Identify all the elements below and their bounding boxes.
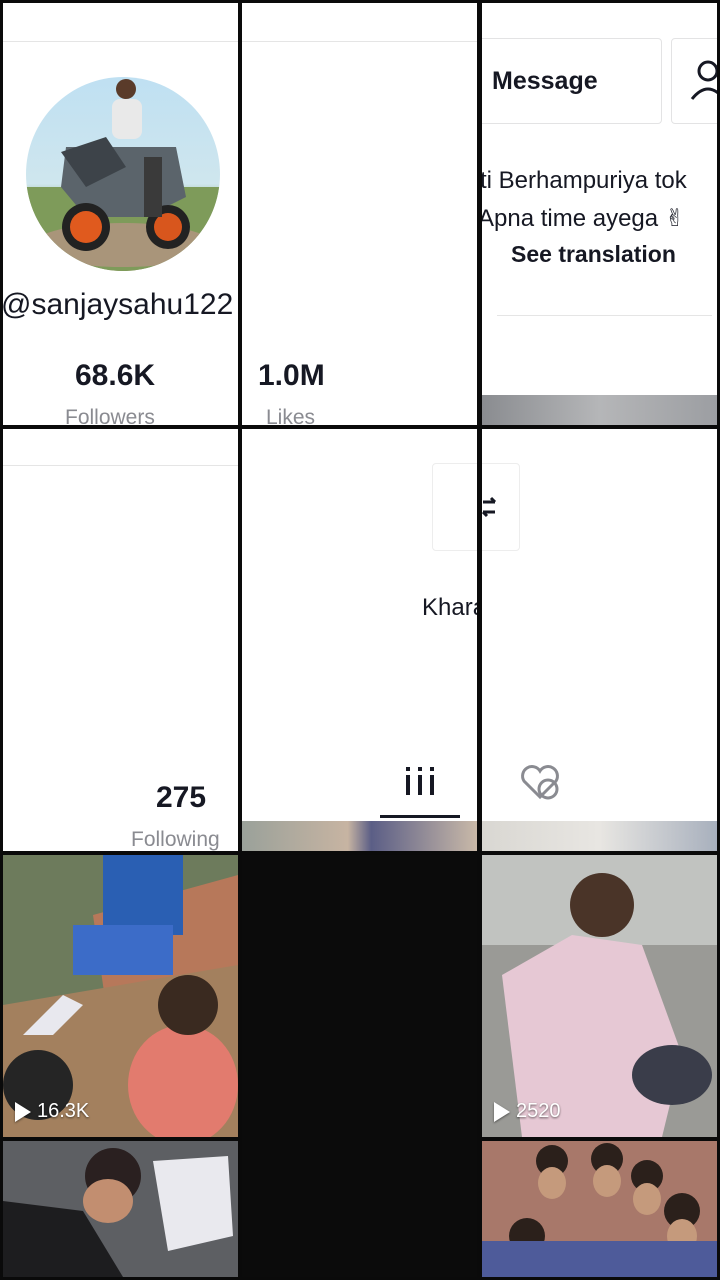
tile-swap-liked (482, 429, 717, 851)
see-translation-link[interactable]: See translation (511, 241, 676, 268)
liked-hidden-heart-icon (521, 765, 559, 800)
username: @sanjaysahu122 (3, 288, 234, 321)
view-count-1: 16.3K (15, 1100, 89, 1123)
likes-count: 1.0M (258, 359, 325, 392)
profile-person-icon (690, 60, 717, 100)
grid-icon (406, 767, 434, 795)
video-thumbnail-4-image (3, 1141, 238, 1277)
video-thumbnail-1-image (3, 855, 238, 1137)
tile-following: 275 Following (3, 429, 238, 851)
followers-label[interactable]: Followers (65, 406, 155, 425)
video-thumbnail-6-image (482, 1141, 717, 1277)
bio-line-2: Apna time ayega ✌ (482, 205, 685, 232)
likes-label: Likes (266, 406, 316, 425)
view-count-3-text: 2520 (516, 1100, 561, 1122)
avatar[interactable] (26, 77, 220, 271)
tile-caption-tabs: Khara 😎 (242, 429, 477, 851)
video-thumbnail-3-image (482, 855, 717, 1137)
video-thumbnail-4[interactable] (3, 1141, 238, 1277)
tile-likes: 1.0M Likes (242, 3, 477, 425)
video-thumbnail-1[interactable]: 16.3K (3, 855, 238, 1137)
avatar-photo (26, 79, 220, 271)
swap-button[interactable] (432, 463, 477, 551)
thumbnail-strip (242, 821, 477, 851)
following-count[interactable]: 275 (156, 781, 206, 815)
following-label[interactable]: Following (131, 828, 220, 851)
view-count-3: 2520 (494, 1100, 561, 1123)
swap-arrows-icon (482, 496, 497, 518)
video-strip (482, 395, 717, 425)
view-count-1-text: 16.3K (37, 1100, 90, 1122)
caption-text: Khara 😎 (422, 594, 477, 621)
grid-tab-indicator (380, 815, 460, 818)
swap-button-right[interactable] (482, 463, 520, 551)
tile-message-bio: Message ti Berhampuriya tok Apna time ay… (482, 3, 717, 425)
play-icon (15, 1101, 31, 1122)
thumbnail-strip-right (482, 821, 717, 851)
message-button-label: Message (492, 67, 598, 95)
liked-tab[interactable] (512, 759, 572, 809)
video-thumbnail-2[interactable] (242, 855, 477, 1277)
tile-avatar: @sanjaysahu122 68.6K Followers (3, 3, 238, 425)
follow-user-button[interactable] (671, 38, 717, 124)
video-thumbnail-3[interactable]: 2520 (482, 855, 717, 1137)
grid-tab[interactable] (382, 759, 462, 819)
followers-count[interactable]: 68.6K (75, 359, 155, 393)
play-icon (494, 1101, 510, 1122)
video-thumbnail-6[interactable] (482, 1141, 717, 1277)
bio-line-1: ti Berhampuriya tok (482, 167, 687, 194)
